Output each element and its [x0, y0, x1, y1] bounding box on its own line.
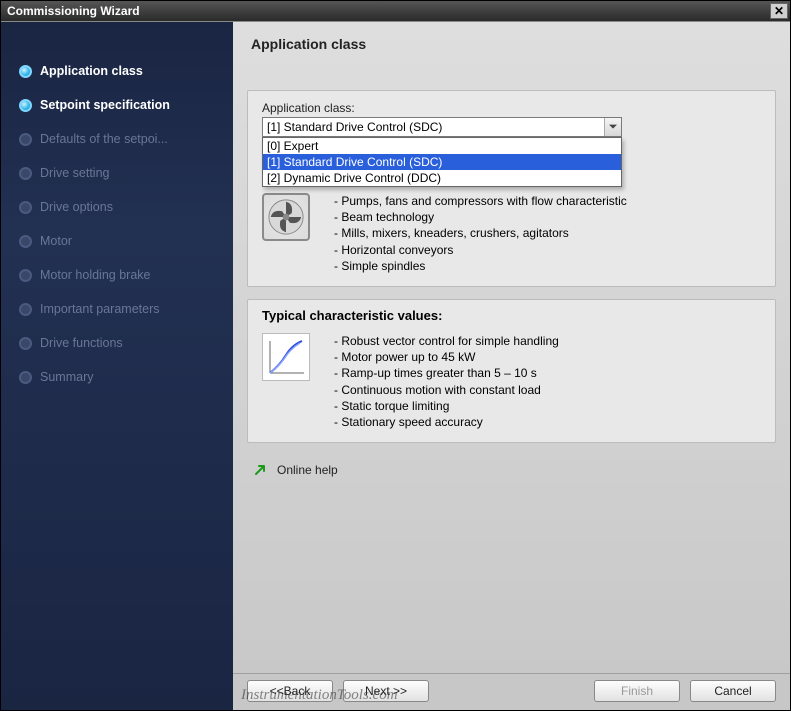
circle-icon	[19, 269, 32, 282]
titlebar[interactable]: Commissioning Wizard ✕	[1, 1, 790, 21]
list-item: Pumps, fans and compressors with flow ch…	[334, 193, 627, 209]
step-label: Summary	[40, 370, 93, 384]
combo-label: Application class:	[262, 101, 761, 115]
cancel-button[interactable]: Cancel	[690, 680, 776, 702]
step-important-parameters: Important parameters	[19, 302, 221, 316]
close-icon[interactable]: ✕	[770, 3, 788, 19]
list-item: Continuous motion with constant load	[334, 382, 559, 398]
chevron-down-icon[interactable]	[604, 118, 621, 136]
list-item: Horizontal conveyors	[334, 242, 627, 258]
list-item: Beam technology	[334, 209, 627, 225]
chart-icon	[262, 333, 310, 381]
list-item: Motor power up to 45 kW	[334, 349, 559, 365]
circle-icon	[19, 99, 32, 112]
circle-icon	[19, 201, 32, 214]
panel-typical-values: Typical characteristic values: Robust ve…	[247, 299, 776, 443]
step-label: Motor holding brake	[40, 268, 150, 282]
back-button[interactable]: <<Back	[247, 680, 333, 702]
list-item: Robust vector control for simple handlin…	[334, 333, 559, 349]
page-title: Application class	[233, 22, 790, 90]
step-label: Setpoint specification	[40, 98, 170, 112]
option-sdc[interactable]: [1] Standard Drive Control (SDC)	[263, 154, 621, 170]
circle-icon	[19, 235, 32, 248]
combo-value: [1] Standard Drive Control (SDC)	[267, 120, 442, 134]
step-drive-setting: Drive setting	[19, 166, 221, 180]
step-application-class[interactable]: Application class	[19, 64, 221, 78]
application-class-select[interactable]: [1] Standard Drive Control (SDC) [0] Exp…	[262, 117, 622, 137]
panel-title: Typical characteristic values:	[262, 308, 761, 323]
wizard-window: Commissioning Wizard ✕ Application class…	[0, 0, 791, 711]
list-item: Ramp-up times greater than 5 – 10 s	[334, 365, 559, 381]
window-title: Commissioning Wizard	[7, 4, 140, 18]
circle-icon	[19, 65, 32, 78]
step-label: Motor	[40, 234, 72, 248]
step-drive-options: Drive options	[19, 200, 221, 214]
step-summary: Summary	[19, 370, 221, 384]
step-label: Defaults of the setpoi...	[40, 132, 168, 146]
fan-icon	[262, 193, 310, 241]
step-drive-functions: Drive functions	[19, 336, 221, 350]
step-label: Drive setting	[40, 166, 109, 180]
next-button[interactable]: Next >>	[343, 680, 429, 702]
arrow-up-right-icon	[253, 463, 267, 477]
wizard-sidebar: Application class Setpoint specification…	[1, 22, 233, 710]
typical-values-bullets: Robust vector control for simple handlin…	[334, 333, 559, 430]
online-help-link[interactable]: Online help	[253, 463, 790, 477]
circle-icon	[19, 371, 32, 384]
circle-icon	[19, 337, 32, 350]
circle-icon	[19, 133, 32, 146]
application-class-description: Pumps, fans and compressors with flow ch…	[262, 193, 761, 274]
online-help-label: Online help	[277, 463, 338, 477]
wizard-footer: <<Back Next >> Finish Cancel	[233, 673, 790, 710]
panel-application-class: Application class: [1] Standard Drive Co…	[247, 90, 776, 287]
step-motor-holding-brake: Motor holding brake	[19, 268, 221, 282]
step-motor: Motor	[19, 234, 221, 248]
circle-icon	[19, 167, 32, 180]
wizard-content: Application class Application class: [1]…	[233, 22, 790, 710]
application-class-dropdown: [0] Expert [1] Standard Drive Control (S…	[262, 137, 622, 187]
window-body: Application class Setpoint specification…	[1, 21, 790, 710]
circle-icon	[19, 303, 32, 316]
step-label: Drive options	[40, 200, 113, 214]
list-item: Mills, mixers, kneaders, crushers, agita…	[334, 225, 627, 241]
option-expert[interactable]: [0] Expert	[263, 138, 621, 154]
step-defaults-setpoint: Defaults of the setpoi...	[19, 132, 221, 146]
step-label: Application class	[40, 64, 143, 78]
application-class-bullets: Pumps, fans and compressors with flow ch…	[334, 193, 627, 274]
option-ddc[interactable]: [2] Dynamic Drive Control (DDC)	[263, 170, 621, 186]
step-label: Important parameters	[40, 302, 160, 316]
list-item: Simple spindles	[334, 258, 627, 274]
list-item: Static torque limiting	[334, 398, 559, 414]
step-label: Drive functions	[40, 336, 123, 350]
list-item: Stationary speed accuracy	[334, 414, 559, 430]
finish-button: Finish	[594, 680, 680, 702]
step-setpoint-specification[interactable]: Setpoint specification	[19, 98, 221, 112]
